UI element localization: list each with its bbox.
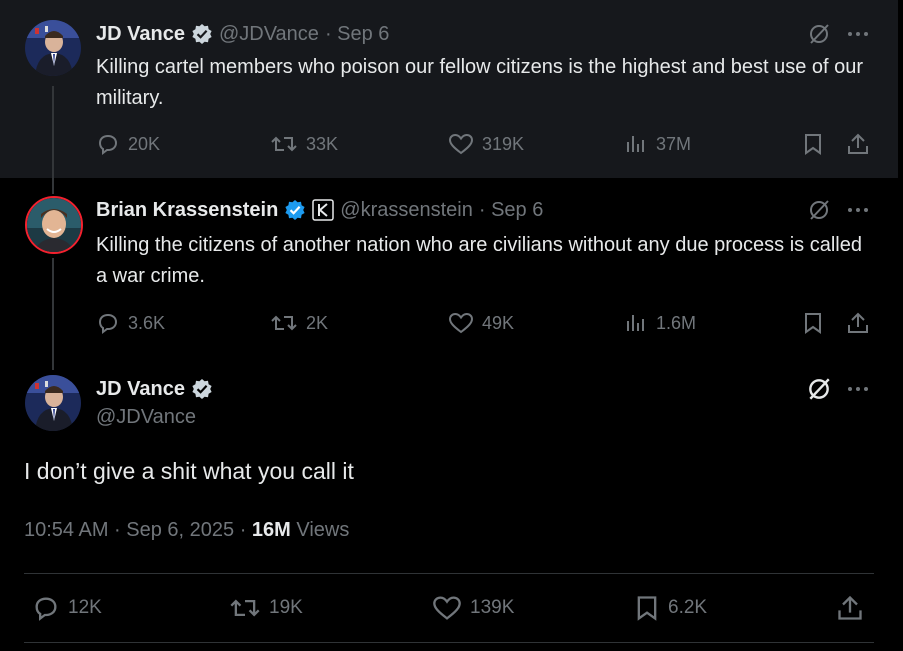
like-button[interactable]: 139K bbox=[432, 594, 514, 622]
reply-icon bbox=[35, 597, 57, 621]
reply-icon bbox=[98, 313, 118, 334]
like-count: 319K bbox=[482, 133, 525, 154]
reply-button[interactable]: 20K bbox=[96, 132, 160, 156]
more-icon[interactable] bbox=[847, 28, 869, 40]
repost-button[interactable]: 33K bbox=[270, 132, 338, 156]
bookmark-icon[interactable] bbox=[802, 132, 824, 156]
author-handle[interactable]: @krassenstein bbox=[340, 199, 473, 222]
views-icon bbox=[627, 136, 644, 152]
repost-icon bbox=[271, 136, 297, 152]
views-button[interactable]: 1.6M bbox=[624, 311, 696, 335]
repost-icon bbox=[230, 599, 260, 617]
avatar[interactable] bbox=[25, 196, 83, 254]
views-button[interactable]: 37M bbox=[624, 132, 691, 156]
like-count: 49K bbox=[482, 312, 515, 333]
bookmark-icon bbox=[637, 596, 657, 621]
like-button[interactable]: 319K bbox=[448, 132, 524, 156]
divider bbox=[24, 573, 874, 574]
like-button[interactable]: 49K bbox=[448, 311, 514, 335]
repost-count: 2K bbox=[306, 312, 329, 333]
views-count: 16M bbox=[251, 519, 291, 541]
tweet-text: Killing the citizens of another nation w… bbox=[96, 234, 862, 287]
share-icon[interactable] bbox=[846, 311, 870, 335]
views-count: 37M bbox=[656, 133, 692, 154]
tweet-2-header: Brian Krassenstein @krassenstein · Sep 6 bbox=[96, 196, 543, 224]
author-handle[interactable]: @JDVance bbox=[96, 406, 196, 429]
share-icon[interactable] bbox=[836, 594, 864, 622]
author-name[interactable]: JD Vance bbox=[96, 378, 185, 401]
tweet-date[interactable]: · Sep 6 bbox=[325, 23, 389, 46]
verified-badge-icon bbox=[192, 379, 212, 399]
repost-count: 33K bbox=[306, 133, 339, 154]
thread-line bbox=[52, 258, 54, 370]
more-icon[interactable] bbox=[847, 204, 869, 216]
repost-icon bbox=[271, 315, 297, 331]
thread-line bbox=[52, 86, 54, 194]
tweet-1-header: JD Vance @JDVance · Sep 6 bbox=[96, 20, 389, 48]
like-icon bbox=[448, 133, 474, 155]
main-tweet-text: I don’t give a shit what you call it bbox=[24, 458, 354, 484]
bookmark-count: 6.2K bbox=[668, 597, 708, 618]
bookmark-button[interactable]: 6.2K bbox=[634, 594, 707, 622]
tweet-timestamp[interactable]: 10:54 AM · Sep 6, 2025 · 16M Views bbox=[24, 519, 349, 542]
reply-button[interactable]: 12K bbox=[32, 594, 102, 622]
author-handle[interactable]: @JDVance bbox=[219, 23, 319, 46]
views-count: 1.6M bbox=[656, 312, 697, 333]
reply-button[interactable]: 3.6K bbox=[96, 311, 165, 335]
grok-icon[interactable] bbox=[806, 376, 832, 402]
author-name[interactable]: JD Vance bbox=[96, 23, 185, 46]
tweet-text: Killing cartel members who poison our fe… bbox=[96, 56, 864, 109]
share-icon[interactable] bbox=[846, 132, 870, 156]
reply-count: 12K bbox=[68, 597, 102, 618]
tweet-date[interactable]: · Sep 6 bbox=[479, 199, 543, 222]
verified-badge-icon bbox=[285, 200, 305, 220]
reply-count: 3.6K bbox=[128, 312, 166, 333]
repost-button[interactable]: 2K bbox=[270, 311, 328, 335]
reply-count: 20K bbox=[128, 133, 161, 154]
affiliate-k-icon[interactable] bbox=[312, 199, 335, 221]
like-icon bbox=[448, 312, 474, 334]
repost-button[interactable]: 19K bbox=[229, 594, 303, 622]
more-icon[interactable] bbox=[847, 383, 869, 395]
repost-count: 19K bbox=[269, 597, 303, 618]
author-name[interactable]: Brian Krassenstein bbox=[96, 199, 278, 222]
divider bbox=[24, 642, 874, 643]
verified-badge-icon bbox=[192, 24, 212, 44]
grok-icon[interactable] bbox=[807, 198, 831, 222]
grok-icon[interactable] bbox=[807, 22, 831, 46]
main-tweet-header: JD Vance bbox=[96, 375, 213, 403]
like-icon bbox=[433, 596, 461, 620]
like-count: 139K bbox=[470, 597, 515, 618]
timestamp-text[interactable]: 10:54 AM · Sep 6, 2025 · bbox=[24, 519, 252, 541]
bookmark-icon[interactable] bbox=[802, 311, 824, 335]
views-icon bbox=[627, 315, 644, 331]
avatar[interactable] bbox=[25, 20, 81, 76]
views-label: Views bbox=[290, 519, 350, 541]
reply-icon bbox=[98, 134, 118, 155]
avatar[interactable] bbox=[25, 375, 81, 431]
